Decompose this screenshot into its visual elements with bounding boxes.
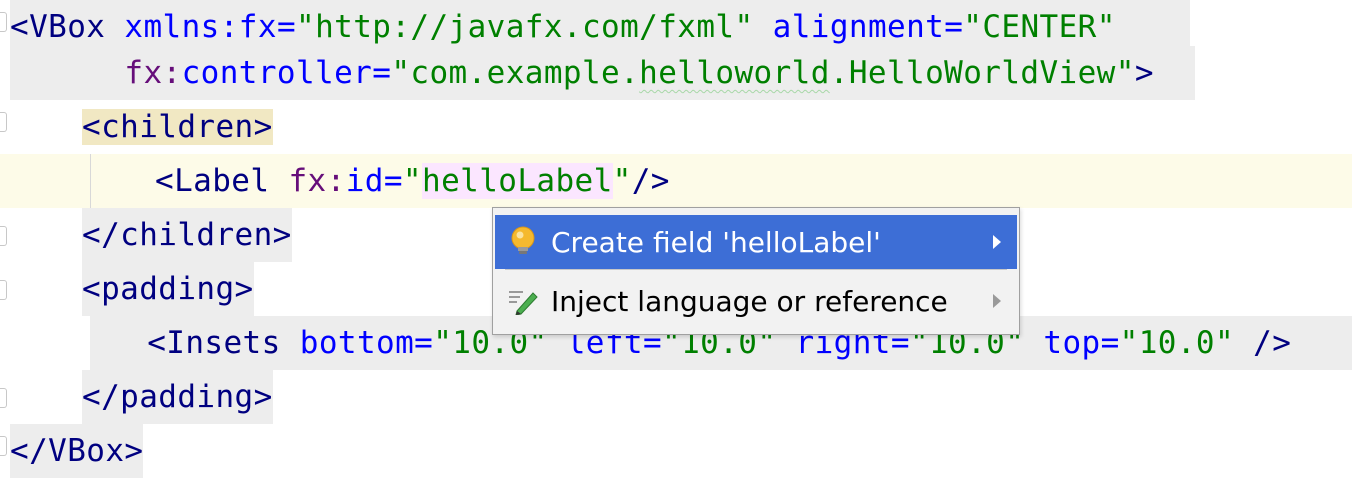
- bracket: <: [147, 325, 167, 361]
- attribute-name: controller: [181, 55, 373, 91]
- bracket: </: [82, 379, 121, 415]
- attribute-value: "com.example.: [391, 55, 640, 91]
- create-field-menu-item[interactable]: Create field 'helloLabel': [495, 215, 1017, 269]
- tag-name: Label: [174, 163, 270, 199]
- menu-item-label: Create field 'helloLabel': [551, 225, 881, 259]
- namespace-prefix: fx: [288, 163, 327, 199]
- attribute-name: alignment: [772, 9, 945, 45]
- bracket: </: [82, 217, 121, 253]
- menu-separator: [505, 269, 1007, 270]
- menu-item-label: Inject language or reference: [551, 284, 948, 318]
- quote: ": [402, 163, 422, 199]
- equals: =: [944, 9, 964, 45]
- bracket: >: [124, 433, 144, 469]
- tag-name: children: [101, 109, 254, 145]
- fold-marker-icon[interactable]: [0, 112, 7, 132]
- bracket: <: [155, 163, 175, 199]
- bracket: <: [82, 271, 102, 307]
- tag-name: padding: [120, 379, 254, 415]
- submenu-arrow-icon: [977, 293, 1017, 309]
- attribute-name: top: [1043, 325, 1101, 361]
- attribute-name: xmlns:fx: [124, 9, 277, 45]
- tag-name: Insets: [166, 325, 281, 361]
- highlighted-value[interactable]: helloLabel: [422, 163, 613, 199]
- code-line-3: <children>: [82, 100, 273, 154]
- fold-marker-icon[interactable]: [0, 12, 7, 32]
- attribute-value: "10.0": [1119, 325, 1235, 361]
- tag-name: children: [120, 217, 273, 253]
- inject-language-menu-item[interactable]: Inject language or reference: [495, 274, 1017, 328]
- fold-marker-icon[interactable]: [0, 388, 7, 408]
- colon: :: [162, 55, 182, 91]
- tag-name: VBox: [48, 433, 125, 469]
- equals: =: [383, 163, 403, 199]
- fold-marker-icon[interactable]: [0, 436, 7, 456]
- bracket: />: [1253, 325, 1292, 361]
- fold-marker-icon[interactable]: [0, 226, 7, 246]
- indent-guide: [90, 154, 91, 208]
- bracket: />: [631, 163, 670, 199]
- code-line-6: <padding>: [82, 262, 254, 316]
- bracket: <: [10, 9, 30, 45]
- attribute-name: id: [345, 163, 384, 199]
- pencil-icon: [495, 274, 551, 328]
- bracket: <: [82, 109, 102, 145]
- bracket: >: [253, 109, 273, 145]
- attribute-value: "http://javafx.com/fxml": [296, 9, 754, 45]
- lightbulb-icon: [495, 215, 551, 269]
- attribute-value-warning: helloworld: [639, 55, 830, 91]
- fold-marker-icon[interactable]: [0, 280, 7, 300]
- bracket: >: [253, 379, 273, 415]
- attribute-value: .HelloWorldView": [829, 55, 1135, 91]
- code-line-5: </children>: [82, 208, 292, 262]
- bracket: >: [234, 271, 254, 307]
- equals: =: [276, 9, 297, 45]
- namespace-prefix: fx: [124, 55, 163, 91]
- colon: :: [326, 163, 346, 199]
- submenu-arrow-icon: [977, 234, 1017, 250]
- tag-name: padding: [101, 271, 235, 307]
- code-line-8: </padding>: [82, 370, 273, 424]
- equals: =: [372, 55, 392, 91]
- code-line-2: fx:controller="com.example.helloworld.He…: [10, 46, 1195, 100]
- attribute-name: bottom: [299, 325, 415, 361]
- bracket: >: [1134, 55, 1154, 91]
- bracket: </: [10, 433, 49, 469]
- code-line-4: <Label fx:id="helloLabel"/>: [155, 154, 670, 208]
- tag-name: VBox: [29, 9, 106, 45]
- attribute-value: "CENTER": [963, 9, 1116, 45]
- intention-actions-popup: Create field 'helloLabel' Inject languag…: [492, 207, 1020, 335]
- quote: ": [612, 163, 632, 199]
- bracket: >: [272, 217, 292, 253]
